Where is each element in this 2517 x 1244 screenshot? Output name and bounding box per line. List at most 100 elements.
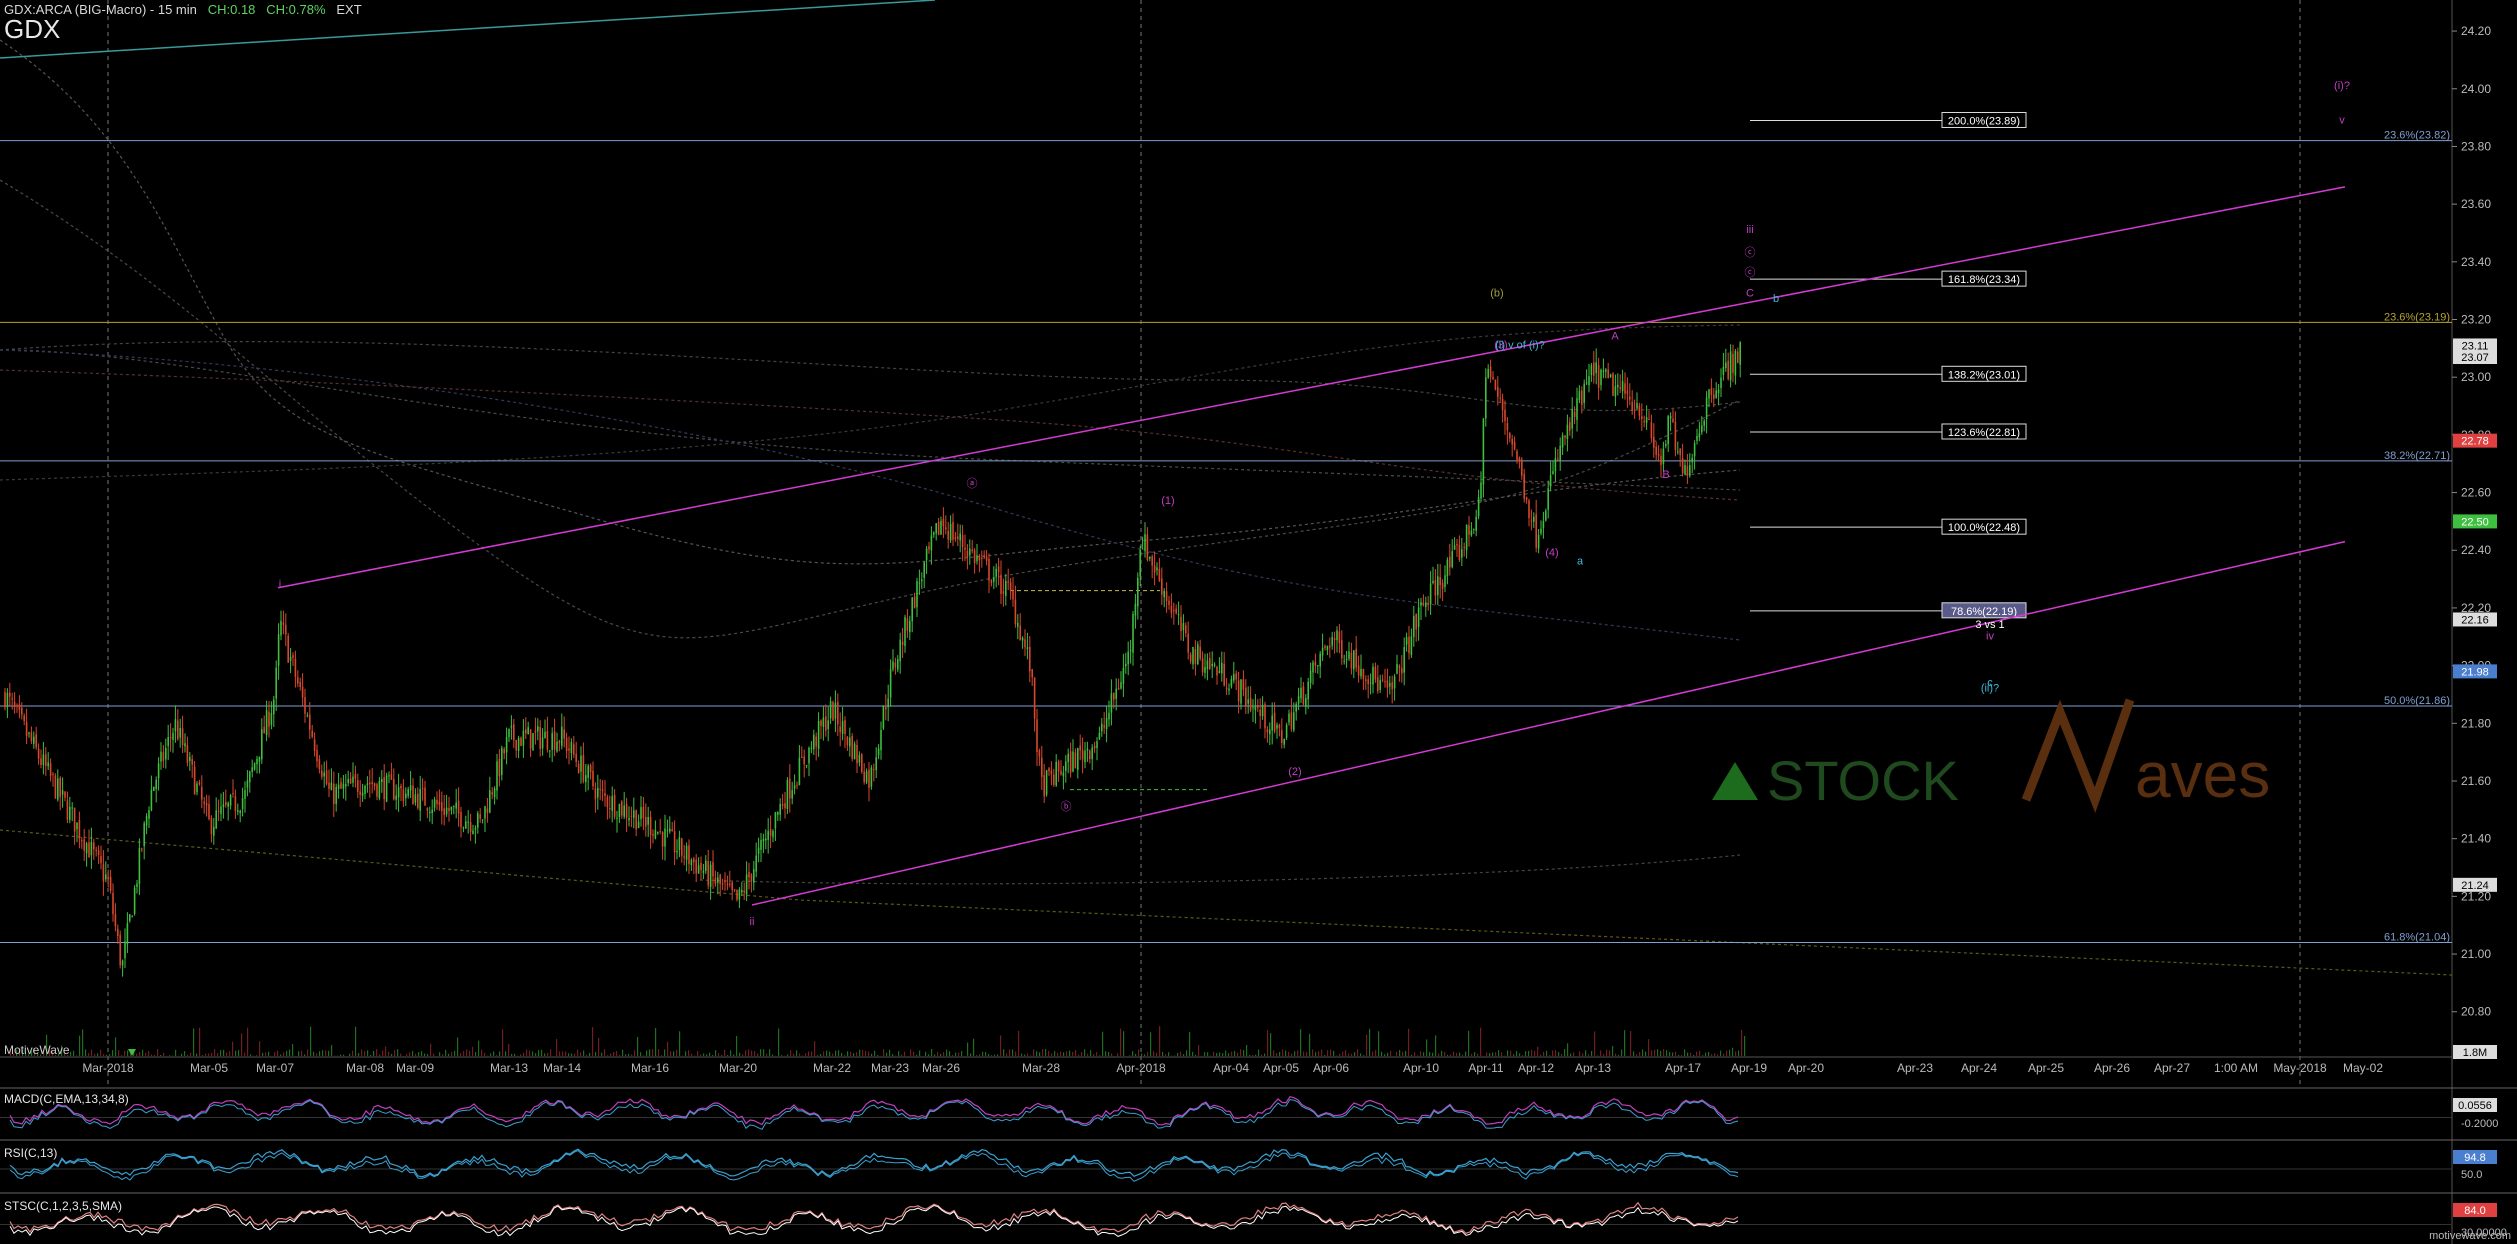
volume-bar bbox=[688, 1050, 690, 1056]
volume-bar bbox=[1009, 1049, 1011, 1056]
candle-body bbox=[373, 783, 376, 787]
volume-bar bbox=[739, 1052, 741, 1056]
volume-bar bbox=[373, 1050, 375, 1056]
volume-bar bbox=[1111, 1053, 1113, 1056]
candle-body bbox=[1552, 471, 1554, 474]
candle-body bbox=[563, 729, 565, 739]
candle-body bbox=[505, 737, 508, 753]
candle-body bbox=[136, 883, 138, 887]
volume-bar bbox=[862, 1049, 864, 1056]
candle-body bbox=[1386, 680, 1389, 688]
volume-bar bbox=[1186, 1050, 1188, 1056]
volume-bar bbox=[1006, 1053, 1008, 1056]
volume-bar bbox=[1726, 1050, 1728, 1056]
volume-bar bbox=[496, 1055, 498, 1056]
candle-body bbox=[1081, 750, 1084, 760]
volume-bar bbox=[586, 1054, 588, 1056]
candle-body bbox=[592, 770, 594, 787]
fib-level-label: 61.8%(21.04) bbox=[2384, 932, 2450, 944]
candle-body bbox=[174, 719, 177, 732]
volume-bar bbox=[340, 1054, 342, 1056]
y-tick-label: 23.00 bbox=[2461, 370, 2491, 384]
price-badge-label: 22.16 bbox=[2461, 614, 2489, 626]
candle-body bbox=[1667, 416, 1669, 445]
candle-body bbox=[1249, 697, 1252, 711]
volume-bar bbox=[1573, 1052, 1575, 1056]
volume-bar bbox=[1582, 1053, 1584, 1056]
volume-bar bbox=[448, 1053, 450, 1056]
candle-body bbox=[1631, 402, 1633, 411]
volume-bar bbox=[301, 1050, 303, 1056]
candle-body bbox=[385, 775, 388, 802]
x-tick-label: Mar-16 bbox=[631, 1061, 669, 1075]
candle-body bbox=[1156, 567, 1158, 571]
candle-body bbox=[748, 872, 750, 878]
candle-body bbox=[261, 729, 263, 760]
volume-bar bbox=[421, 1051, 423, 1056]
volume-bar bbox=[721, 1054, 723, 1056]
x-tick-label: Mar-28 bbox=[1022, 1061, 1060, 1075]
volume-bar bbox=[901, 1054, 903, 1056]
candle-body bbox=[1463, 546, 1465, 548]
volume-bar bbox=[847, 1051, 849, 1056]
volume-bar bbox=[151, 1054, 153, 1056]
candle-body bbox=[808, 747, 810, 764]
volume-bar bbox=[154, 1055, 156, 1056]
candle-body bbox=[1139, 550, 1141, 577]
candle-body bbox=[1055, 762, 1057, 786]
candle-body bbox=[1401, 668, 1403, 674]
volume-bar bbox=[928, 1054, 930, 1056]
volume-bar bbox=[187, 1054, 189, 1056]
candle-body bbox=[1425, 602, 1427, 608]
x-tick-label: May-02 bbox=[2343, 1061, 2383, 1075]
candle-body bbox=[1662, 448, 1665, 464]
candle-body bbox=[1513, 441, 1516, 450]
volume-bar bbox=[1123, 1031, 1125, 1056]
volume-bar bbox=[1246, 1044, 1248, 1056]
candle-body bbox=[966, 550, 969, 558]
candle-body bbox=[40, 758, 42, 765]
candle-body bbox=[940, 520, 942, 535]
volume-bar bbox=[103, 1053, 105, 1056]
candle-body bbox=[1612, 373, 1614, 396]
candle-body bbox=[1451, 551, 1453, 568]
volume-bar bbox=[1429, 1051, 1431, 1056]
candle-body bbox=[580, 755, 582, 772]
volume-bar bbox=[1450, 1054, 1452, 1056]
volume-bar bbox=[1630, 1031, 1632, 1056]
candle-body bbox=[594, 788, 597, 800]
candle-body bbox=[791, 790, 793, 799]
candle-body bbox=[426, 808, 429, 811]
volume-bar bbox=[1357, 1049, 1359, 1056]
price-chart[interactable]: 23.6%(23.82) 23.6%(23.19) 38.2%(22.71) 50.0… bbox=[0, 0, 2517, 1244]
candle-body bbox=[268, 711, 270, 727]
volume-bar bbox=[892, 1054, 894, 1056]
wave-label: C bbox=[1746, 287, 1754, 299]
candle-body bbox=[570, 742, 573, 754]
volume-bar bbox=[592, 1027, 594, 1056]
volume-bar bbox=[1660, 1050, 1662, 1056]
volume-bar bbox=[124, 1050, 126, 1056]
candle-body bbox=[1468, 525, 1470, 535]
y-tick-label: 21.60 bbox=[2461, 774, 2491, 788]
candle-body bbox=[1501, 398, 1504, 411]
candle-body bbox=[1312, 662, 1314, 673]
volume-bar bbox=[1390, 1050, 1392, 1056]
candle-body bbox=[849, 737, 851, 747]
volume-bar bbox=[1666, 1050, 1668, 1056]
volume-bar bbox=[1468, 1030, 1470, 1056]
candle-body bbox=[249, 771, 251, 783]
y-tick-label: 21.40 bbox=[2461, 832, 2491, 846]
volume-bar bbox=[652, 1049, 654, 1056]
candle-body bbox=[1398, 666, 1401, 668]
candle-body bbox=[1473, 528, 1475, 530]
volume-bar bbox=[505, 1051, 507, 1056]
volume-bar bbox=[466, 1049, 468, 1056]
volume-bar bbox=[376, 1049, 378, 1056]
candle-body bbox=[810, 747, 813, 749]
candle-body bbox=[196, 783, 198, 793]
candle-body bbox=[145, 816, 148, 826]
volume-bar bbox=[1420, 1051, 1422, 1056]
volume-bar bbox=[664, 1049, 666, 1056]
fib-level-label: 38.2%(22.71) bbox=[2384, 450, 2450, 462]
